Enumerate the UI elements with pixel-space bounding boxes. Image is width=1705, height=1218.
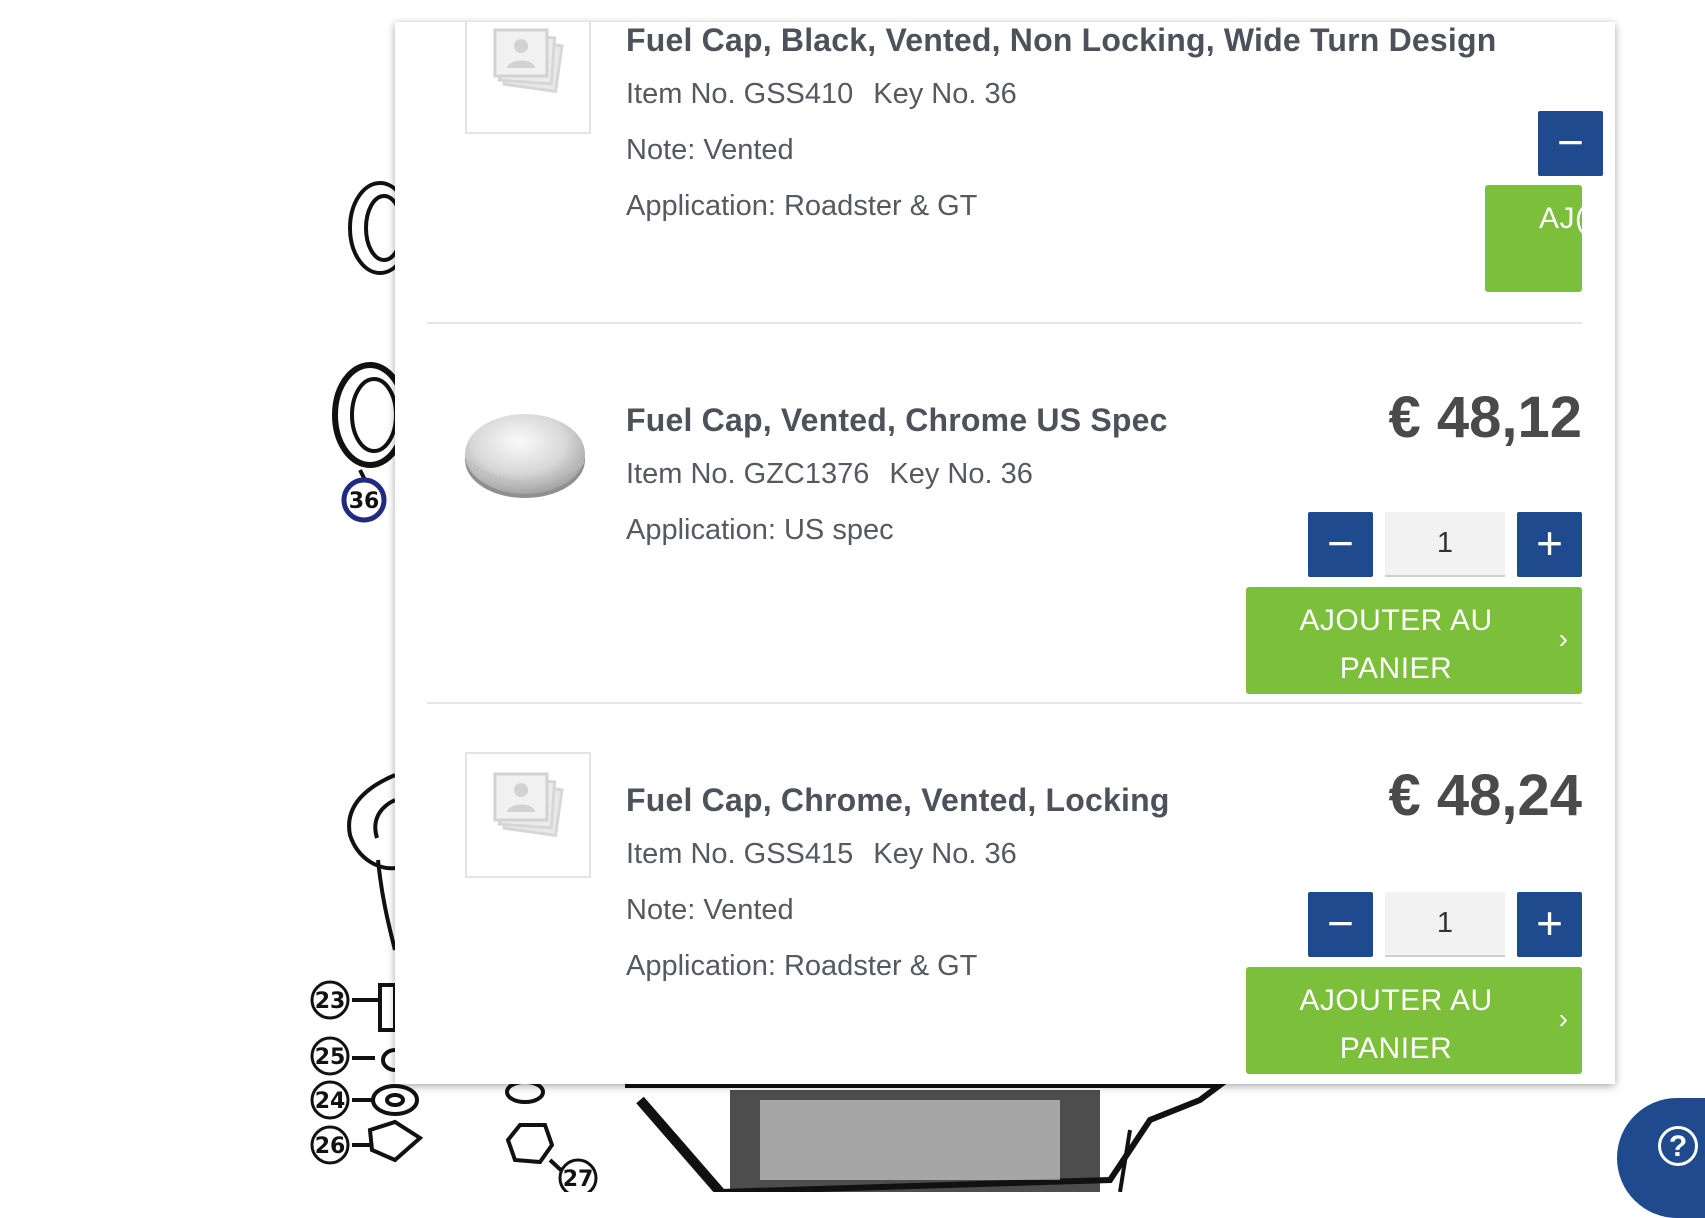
add-to-cart-button[interactable]: AJ( [1485,185,1585,292]
product-row-gzc1376: Fuel Cap, Vented, Chrome US Spec Item No… [427,324,1582,702]
quantity-decrease-button[interactable]: − [1308,892,1373,957]
callout-27[interactable]: 27 [563,1167,594,1192]
product-title[interactable]: Fuel Cap, Black, Vented, Non Locking, Wi… [626,22,1496,59]
product-item-number: Item No. GZC1376 Key No. 36 [626,458,1033,491]
product-row-gss415: Fuel Cap, Chrome, Vented, Locking Item N… [427,704,1582,1084]
callout-23[interactable]: 23 [315,989,346,1014]
product-row-gss410: Fuel Cap, Black, Vented, Non Locking, Wi… [427,22,1603,322]
add-to-cart-button[interactable]: AJOUTER AU PANIER › [1246,587,1582,694]
product-item-number: Item No. GSS410 Key No. 36 [626,78,1017,111]
product-note: Note: Vented [626,134,794,166]
item-no: Item No. GSS415 [626,838,854,870]
add-to-cart-label-line1: AJOUTER AU [1299,604,1493,637]
help-question-icon: ? [1658,1126,1698,1166]
add-to-cart-label-line1: AJOUTER AU [1299,984,1493,1017]
product-image-placeholder[interactable] [465,752,591,878]
parts-popup-panel: Fuel Cap, Black, Vented, Non Locking, Wi… [395,22,1615,1084]
callout-25[interactable]: 25 [315,1045,346,1070]
add-to-cart-label-line2: PANIER [1339,652,1453,685]
quantity-input[interactable]: 1 [1385,512,1505,577]
image-placeholder-icon [493,772,564,838]
product-title[interactable]: Fuel Cap, Chrome, Vented, Locking [626,782,1170,819]
quantity-increase-button[interactable]: + [1517,892,1582,957]
key-no: Key No. 36 [873,838,1017,870]
product-application: Application: US spec [626,514,894,546]
quantity-increase-button[interactable]: + [1517,512,1582,577]
quantity-stepper: − [1538,111,1615,177]
callout-26[interactable]: 26 [315,1134,346,1159]
product-application: Application: Roadster & GT [626,950,978,982]
product-image-chrome-fuel-cap[interactable] [463,404,587,504]
chevron-right-icon: › [1558,1003,1568,1034]
add-to-cart-label-line2: PANIER [1339,1032,1453,1065]
quantity-input[interactable]: 1 [1385,892,1505,957]
chevron-right-icon: › [1558,623,1568,654]
quantity-decrease-button[interactable]: − [1538,111,1603,176]
product-title[interactable]: Fuel Cap, Vented, Chrome US Spec [626,402,1168,439]
quantity-stepper: − 1 + [1308,892,1582,958]
product-image-placeholder[interactable] [465,22,591,134]
add-to-cart-button[interactable]: AJOUTER AU PANIER › [1246,967,1582,1074]
product-price: € 48,24 [1388,763,1582,828]
item-no: Item No. GSS410 [626,78,854,110]
add-to-cart-label: AJOUTER AU PANIER [1246,977,1546,1073]
product-note: Note: Vented [626,894,794,926]
image-placeholder-icon [493,28,564,94]
chrome-fuel-cap-photo [465,414,585,498]
quantity-decrease-button[interactable]: − [1308,512,1373,577]
callout-36[interactable]: 36 [349,489,380,514]
callout-24[interactable]: 24 [315,1089,346,1114]
quantity-stepper: − 1 + [1308,512,1582,578]
item-no: Item No. GZC1376 [626,458,870,490]
add-to-cart-label: AJOUTER AU PANIER [1246,597,1546,693]
product-application: Application: Roadster & GT [626,190,978,222]
product-item-number: Item No. GSS415 Key No. 36 [626,838,1017,871]
add-to-cart-label: AJ( [1539,202,1586,235]
key-no: Key No. 36 [873,78,1017,110]
key-no: Key No. 36 [889,458,1033,490]
product-price: € 48,12 [1388,385,1582,450]
